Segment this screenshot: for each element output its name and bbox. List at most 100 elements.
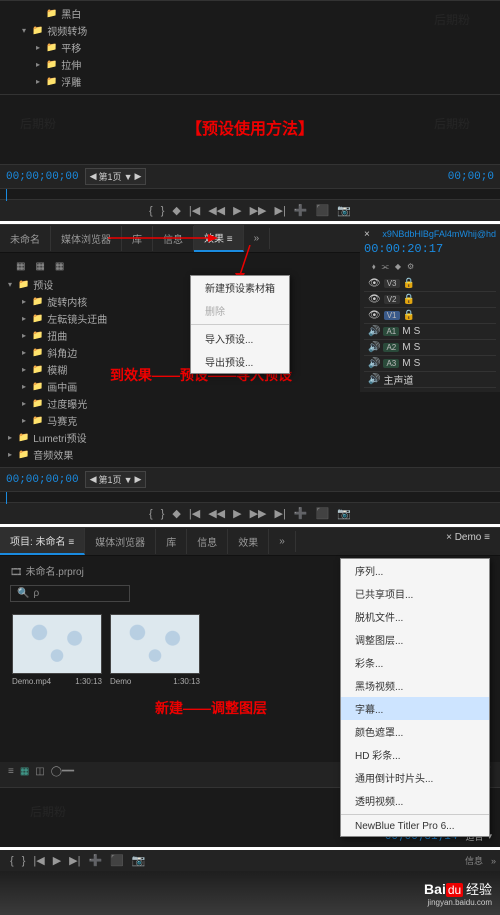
step-back-icon[interactable]: |◀: [189, 507, 200, 520]
play-icon[interactable]: ▶: [53, 854, 61, 867]
prev-icon[interactable]: ◀◀: [208, 204, 225, 217]
tree-item[interactable]: ▾📁预设: [8, 276, 162, 293]
menu-captions[interactable]: 字幕...: [341, 697, 489, 720]
fx-badge-icon[interactable]: ▦: [55, 261, 64, 272]
insert-icon[interactable]: ➕: [294, 204, 308, 217]
tab-library[interactable]: 库: [156, 529, 187, 554]
menu-color-matte[interactable]: 颜色遮罩...: [341, 720, 489, 743]
track-master[interactable]: 🔊主声道: [364, 372, 496, 388]
freeform-view-icon[interactable]: ◫: [35, 766, 44, 783]
insert-icon[interactable]: ➕: [89, 854, 103, 867]
menu-black-video[interactable]: 黑场视频...: [341, 674, 489, 697]
tab-more[interactable]: »: [269, 531, 296, 552]
mark-out-icon[interactable]: }: [22, 855, 26, 867]
timeline-ruler[interactable]: [0, 491, 500, 503]
tab-info[interactable]: 信息: [153, 226, 194, 251]
sequence-timecode[interactable]: 00:00:20:17: [364, 240, 496, 258]
media-thumbnail[interactable]: Demo1:30:13: [110, 614, 200, 686]
tree-item[interactable]: ▸📁斜角边: [8, 344, 162, 361]
tree-item[interactable]: ▸📁过度曝光: [8, 395, 162, 412]
step-fwd-icon[interactable]: ▶|: [275, 507, 286, 520]
tree-item[interactable]: 📁黑白: [8, 5, 492, 22]
menu-shared-project[interactable]: 已共享项目...: [341, 582, 489, 605]
insert-icon[interactable]: ➕: [294, 507, 308, 520]
tab-effects[interactable]: 效果 ≡: [194, 225, 244, 252]
search-input[interactable]: 🔍ρ: [10, 585, 130, 602]
play-icon[interactable]: ▶: [233, 204, 241, 217]
tree-item[interactable]: ▸📁扭曲: [8, 327, 162, 344]
mark-in-icon[interactable]: {: [149, 205, 153, 217]
list-view-icon[interactable]: ≡: [8, 766, 14, 783]
tree-item[interactable]: ▸📁左転镜头迂曲: [8, 310, 162, 327]
next-icon[interactable]: ▶▶: [250, 204, 267, 217]
timecode[interactable]: 00;00;00;00: [6, 474, 79, 486]
fx-badge-icon[interactable]: ▦: [35, 261, 44, 272]
tree-item[interactable]: ▾📁视频转场: [8, 22, 492, 39]
track-a3[interactable]: 🔊A3MS: [364, 356, 496, 372]
play-icon[interactable]: ▶: [233, 507, 241, 520]
step-back-icon[interactable]: |◀: [189, 204, 200, 217]
tab-demo[interactable]: × Demo ≡: [446, 532, 490, 543]
track-a1[interactable]: 🔊A1MS: [364, 324, 496, 340]
tab-media-browser[interactable]: 媒体浏览器: [51, 226, 122, 251]
track-v3[interactable]: 👁V3🔒: [364, 276, 496, 292]
page-selector[interactable]: ◀第1页▼▶: [85, 471, 147, 488]
tree-item[interactable]: ▸📁音频效果: [8, 446, 162, 463]
fx-badge-icon[interactable]: ▦: [16, 261, 25, 272]
tab-more[interactable]: »: [491, 856, 496, 866]
media-thumbnail[interactable]: Demo.mp41:30:13: [12, 614, 102, 686]
menu-offline-file[interactable]: 脱机文件...: [341, 605, 489, 628]
tab-library[interactable]: 库: [122, 226, 153, 251]
tab-media-browser[interactable]: 媒体浏览器: [85, 529, 156, 554]
track-v1[interactable]: 👁V1🔒: [364, 308, 496, 324]
menu-export-preset[interactable]: 导出预设...: [191, 350, 289, 373]
menu-newblue[interactable]: NewBlue Titler Pro 6...: [341, 817, 489, 836]
marker-icon[interactable]: ◆: [172, 204, 180, 217]
export-icon[interactable]: 📷: [337, 507, 351, 520]
menu-countdown[interactable]: 通用倒计时片头...: [341, 766, 489, 789]
menu-import-preset[interactable]: 导入预设...: [191, 327, 289, 350]
mark-out-icon[interactable]: }: [161, 205, 165, 217]
menu-new-preset-bin[interactable]: 新建预设素材箱: [191, 276, 289, 299]
link-icon[interactable]: ⫘: [382, 262, 389, 272]
marker-icon[interactable]: ◆: [395, 262, 401, 272]
tab-effects[interactable]: 效果: [228, 529, 269, 554]
snap-icon[interactable]: ⬧: [372, 262, 376, 272]
timeline-ruler[interactable]: [0, 188, 500, 200]
track-a2[interactable]: 🔊A2MS: [364, 340, 496, 356]
track-v2[interactable]: 👁V2🔒: [364, 292, 496, 308]
timecode[interactable]: 00;00;00;00: [6, 171, 79, 183]
step-fwd-icon[interactable]: ▶|: [69, 854, 80, 867]
menu-hd-bars[interactable]: HD 彩条...: [341, 743, 489, 766]
overwrite-icon[interactable]: ⬛: [316, 204, 330, 217]
mark-in-icon[interactable]: {: [149, 508, 153, 520]
menu-transparent-video[interactable]: 透明视频...: [341, 789, 489, 812]
tree-item[interactable]: ▸📁浮雕: [8, 73, 492, 90]
export-icon[interactable]: 📷: [132, 854, 146, 867]
tree-item[interactable]: ▸📁拉伸: [8, 56, 492, 73]
export-icon[interactable]: 📷: [337, 204, 351, 217]
mark-out-icon[interactable]: }: [161, 508, 165, 520]
tree-item[interactable]: ▸📁平移: [8, 39, 492, 56]
menu-sequence[interactable]: 序列...: [341, 559, 489, 582]
menu-bars[interactable]: 彩条...: [341, 651, 489, 674]
overwrite-icon[interactable]: ⬛: [316, 507, 330, 520]
menu-adjustment-layer[interactable]: 调整图层...: [341, 628, 489, 651]
prev-icon[interactable]: ◀◀: [208, 507, 225, 520]
tree-item[interactable]: ▸📁Lumetri预设: [8, 429, 162, 446]
step-back-icon[interactable]: |◀: [33, 854, 44, 867]
tab-more[interactable]: »: [244, 228, 271, 249]
icon-view-icon[interactable]: ▦: [20, 766, 29, 783]
page-selector[interactable]: ◀第1页▼▶: [85, 168, 147, 185]
overwrite-icon[interactable]: ⬛: [110, 854, 124, 867]
tab-info[interactable]: 信息: [187, 529, 228, 554]
mark-in-icon[interactable]: {: [10, 855, 14, 867]
tab-info[interactable]: 信息: [465, 854, 483, 867]
tab-project[interactable]: 项目: 未命名 ≡: [0, 528, 85, 555]
marker-icon[interactable]: ◆: [172, 507, 180, 520]
next-icon[interactable]: ▶▶: [250, 507, 267, 520]
tree-item[interactable]: ▸📁马赛克: [8, 412, 162, 429]
step-fwd-icon[interactable]: ▶|: [275, 204, 286, 217]
tab-project[interactable]: 未命名: [0, 226, 51, 251]
zoom-slider[interactable]: ◯━━: [51, 766, 74, 783]
